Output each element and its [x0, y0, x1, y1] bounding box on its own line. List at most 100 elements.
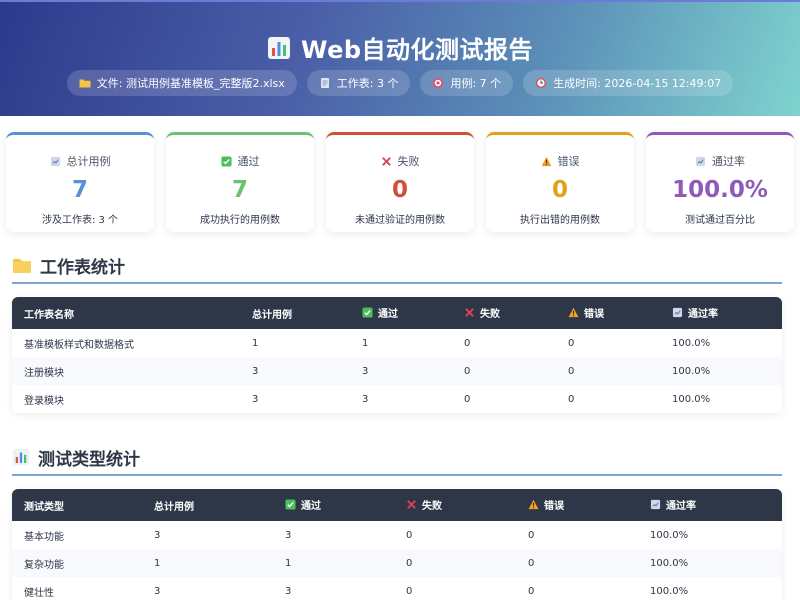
- generated-time: 生成时间: 2026-04-15 12:49:07: [523, 70, 734, 96]
- col-rate: 通过率: [638, 489, 782, 521]
- report-header: Web自动化测试报告 文件: 测试用例基准模板_完整版2.xlsx 工作表: 3…: [0, 0, 800, 116]
- document-icon: [320, 78, 329, 88]
- cell-pass: 1: [362, 337, 369, 349]
- cell-fail: 0: [406, 529, 413, 541]
- col-test-type: 测试类型: [24, 501, 64, 513]
- chart-icon: [695, 156, 706, 166]
- table-row: 健壮性 3 3 0 0 100.0%: [12, 577, 782, 600]
- card-error: 错误 0 执行出错的用例数: [486, 132, 634, 232]
- sheet-stats-table: 工作表名称 总计用例 通过 失败 错误 通过率 基准模板样式和数据格式 1 1 …: [12, 297, 782, 413]
- sheet-stats-heading: 工作表统计: [12, 254, 782, 284]
- cell-rate: 100.0%: [672, 393, 711, 405]
- warning-icon: [568, 307, 579, 318]
- cell-test-type: 基本功能: [24, 531, 64, 543]
- target-icon: [433, 78, 444, 88]
- cell-rate: 100.0%: [672, 337, 711, 349]
- card-pass-sub: 成功执行的用例数: [200, 215, 280, 226]
- card-rate: 通过率 100.0% 测试通过百分比: [646, 132, 794, 232]
- col-error: 错误: [556, 297, 660, 329]
- case-count-text: 用例: 7 个: [450, 77, 502, 90]
- cell-test-type: 健壮性: [24, 587, 54, 599]
- card-rate-value: 100.0%: [672, 177, 768, 203]
- cell-total: 3: [154, 585, 161, 597]
- col-fail: 失败: [394, 489, 516, 521]
- col-pass: 通过: [350, 297, 452, 329]
- cell-pass: 3: [362, 365, 369, 377]
- check-icon: [362, 307, 373, 318]
- cell-error: 0: [568, 365, 575, 377]
- cell-total: 1: [154, 557, 161, 569]
- card-fail-sub: 未通过验证的用例数: [355, 215, 445, 226]
- card-total: 总计用例 7 涉及工作表: 3 个: [6, 132, 154, 232]
- cell-pass: 1: [285, 557, 292, 569]
- bar-chart-icon: [12, 448, 30, 466]
- card-total-value: 7: [71, 177, 88, 203]
- cell-total: 3: [252, 393, 259, 405]
- cell-pass: 3: [362, 393, 369, 405]
- card-rate-label: 通过率: [712, 155, 745, 168]
- table-row: 基准模板样式和数据格式 1 1 0 0 100.0%: [12, 329, 782, 357]
- cell-fail: 0: [464, 365, 471, 377]
- col-rate: 通过率: [660, 297, 782, 329]
- cross-icon: [407, 500, 416, 509]
- cell-error: 0: [568, 337, 575, 349]
- card-error-label: 错误: [557, 155, 580, 168]
- cell-total: 3: [154, 529, 161, 541]
- table-row: 登录模块 3 3 0 0 100.0%: [12, 385, 782, 413]
- folder-icon: [13, 259, 31, 273]
- cell-fail: 0: [406, 557, 413, 569]
- cell-fail: 0: [464, 393, 471, 405]
- generated-time-text: 生成时间: 2026-04-15 12:49:07: [553, 77, 722, 90]
- cell-rate: 100.0%: [650, 585, 689, 597]
- cell-rate: 100.0%: [650, 557, 689, 569]
- cell-sheet-name: 登录模块: [24, 395, 64, 407]
- notepad-icon: [50, 156, 60, 166]
- check-icon: [220, 155, 232, 167]
- cell-test-type: 复杂功能: [24, 559, 64, 571]
- col-total: 总计用例: [252, 309, 292, 321]
- card-pass-label: 通过: [237, 155, 260, 168]
- type-stats-heading: 测试类型统计: [12, 446, 782, 476]
- cell-total: 1: [252, 337, 259, 349]
- card-pass: 通过 7 成功执行的用例数: [166, 132, 314, 232]
- chart-icon: [672, 307, 683, 318]
- cell-sheet-name: 基准模板样式和数据格式: [24, 339, 134, 351]
- cell-error: 0: [528, 529, 535, 541]
- card-rate-sub: 测试通过百分比: [685, 215, 755, 226]
- page-title: Web自动化测试报告: [267, 30, 533, 65]
- card-fail-value: 0: [391, 177, 408, 203]
- type-stats-title: 测试类型统计: [38, 449, 140, 470]
- chart-icon: [650, 499, 661, 510]
- clock-icon: [536, 78, 547, 88]
- page-title-text: Web自动化测试报告: [300, 36, 534, 64]
- card-pass-value: 7: [231, 177, 248, 203]
- table-row: 基本功能 3 3 0 0 100.0%: [12, 521, 782, 549]
- col-fail: 失败: [452, 297, 556, 329]
- cell-error: 0: [568, 393, 575, 405]
- cross-icon: [381, 156, 391, 166]
- warning-icon: [541, 156, 551, 166]
- card-total-sub: 涉及工作表: 3 个: [41, 215, 119, 226]
- warning-icon: [528, 499, 539, 510]
- card-error-sub: 执行出错的用例数: [520, 215, 600, 226]
- folder-icon: [79, 79, 91, 88]
- col-error: 错误: [516, 489, 638, 521]
- card-fail-label: 失败: [397, 155, 420, 168]
- card-total-label: 总计用例: [66, 155, 111, 168]
- case-count: 用例: 7 个: [420, 70, 514, 96]
- type-stats-table: 测试类型 总计用例 通过 失败 错误 通过率 基本功能 3 3 0 0 100.…: [12, 489, 782, 600]
- bar-chart-icon: [267, 36, 290, 59]
- sheet-stats-title: 工作表统计: [40, 257, 125, 278]
- col-sheet-name: 工作表名称: [24, 309, 74, 321]
- sheet-count-text: 工作表: 3 个: [336, 77, 399, 90]
- cell-error: 0: [528, 557, 535, 569]
- table-header-row: 工作表名称 总计用例 通过 失败 错误 通过率: [12, 297, 782, 329]
- card-fail: 失败 0 未通过验证的用例数: [326, 132, 474, 232]
- summary-cards: 总计用例 7 涉及工作表: 3 个 通过 7 成功执行的用例数 失败 0 未通过…: [6, 132, 794, 232]
- table-row: 注册模块 3 3 0 0 100.0%: [12, 357, 782, 385]
- file-info-text: 文件: 测试用例基准模板_完整版2.xlsx: [96, 77, 285, 90]
- table-row: 复杂功能 1 1 0 0 100.0%: [12, 549, 782, 577]
- cell-total: 3: [252, 365, 259, 377]
- check-icon: [285, 499, 296, 510]
- sheet-count: 工作表: 3 个: [306, 70, 411, 96]
